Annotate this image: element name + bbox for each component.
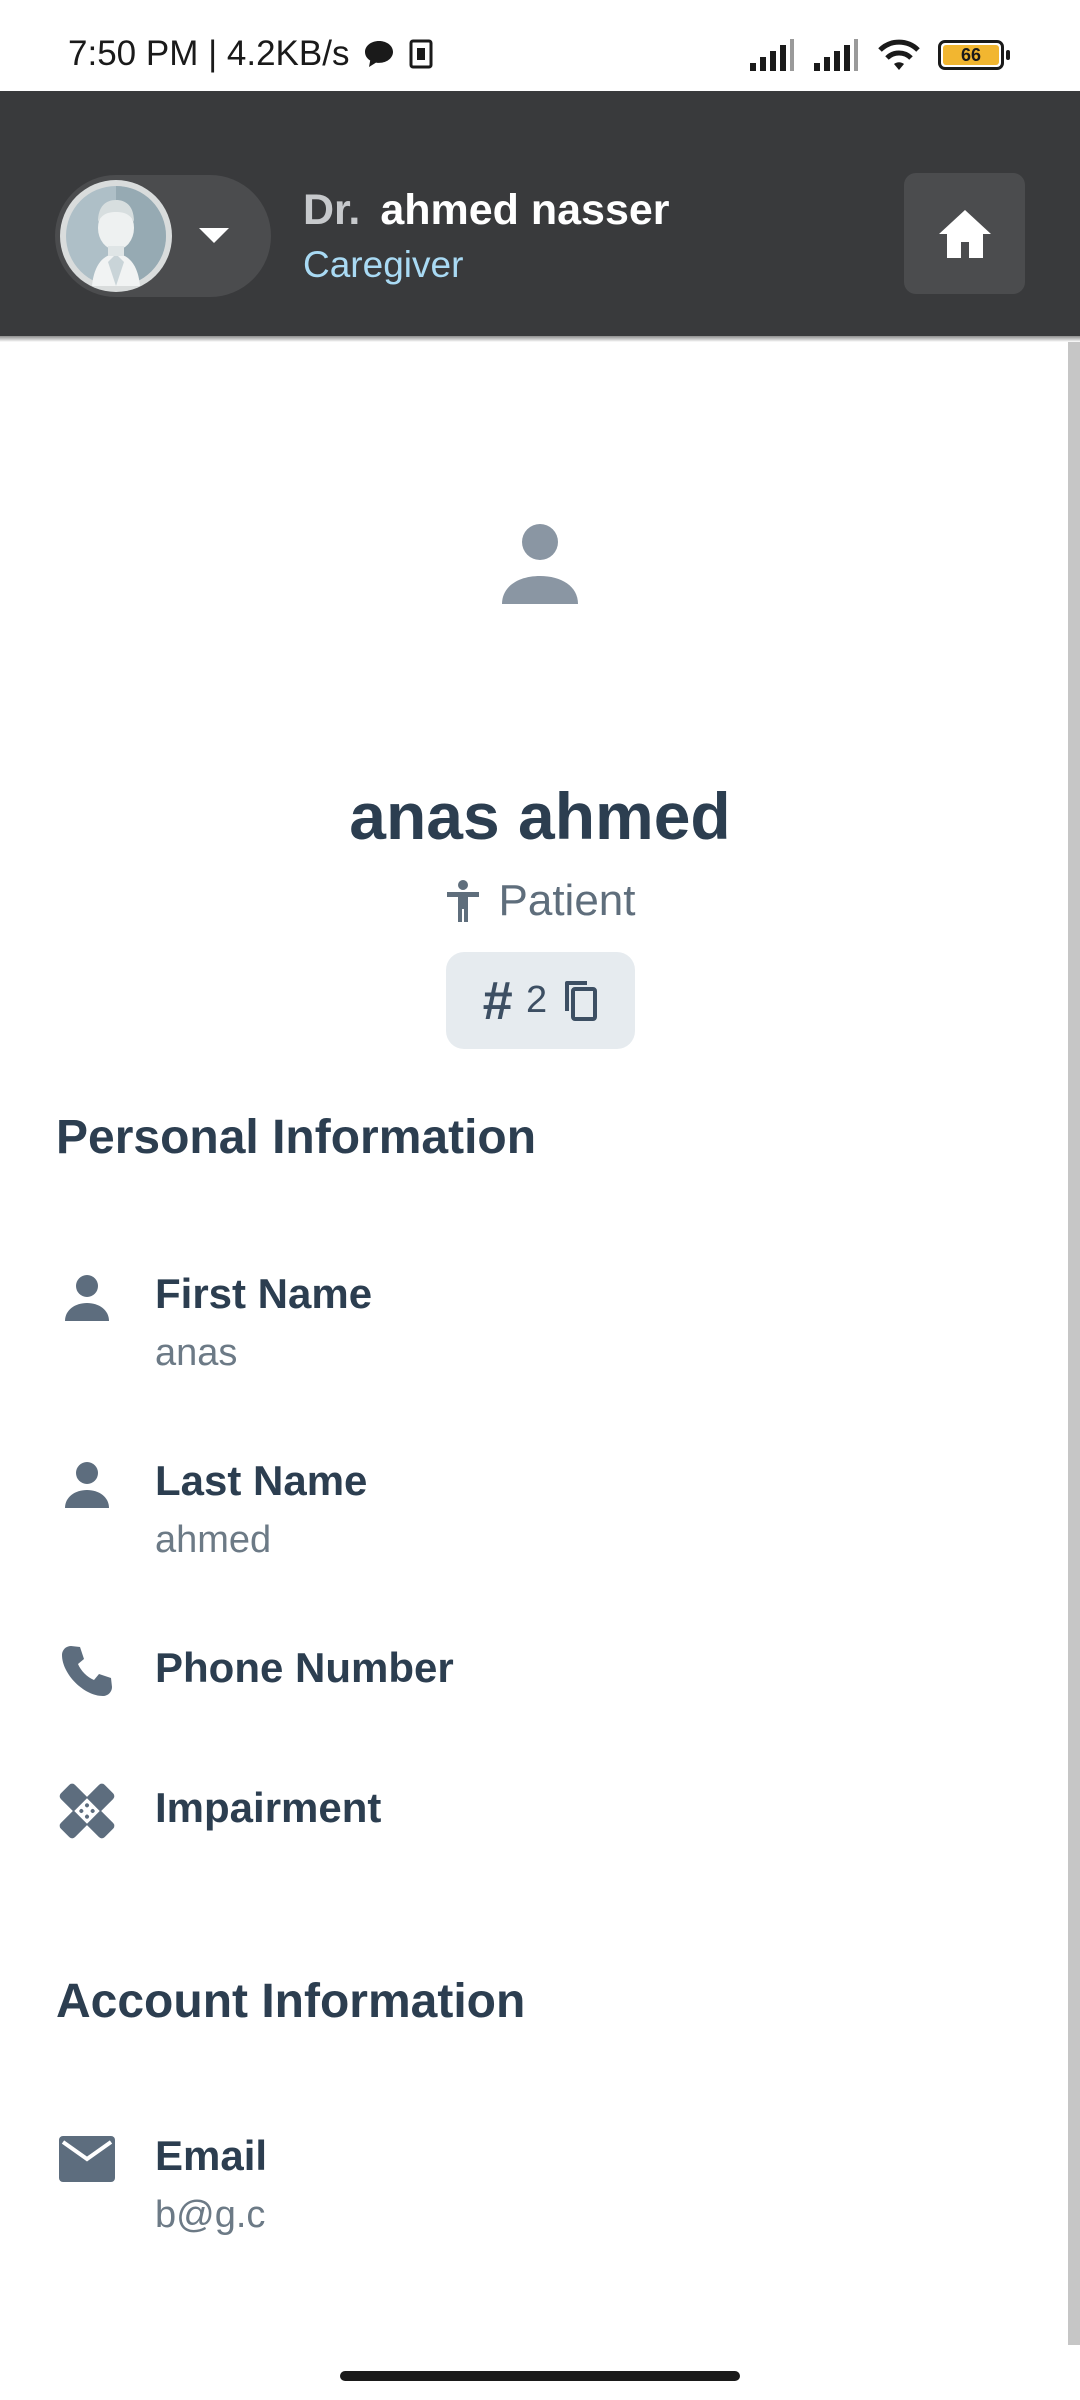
chat-bubble-icon [365, 41, 394, 67]
patient-role: Patient [0, 876, 1080, 926]
patient-name: anas ahmed [349, 779, 731, 853]
bandage-icon [56, 1780, 118, 1842]
personal-info-title: Personal Information [56, 1111, 537, 1164]
app-bar-shadow [0, 336, 1080, 342]
signal-icon [750, 39, 794, 71]
person-icon [502, 524, 578, 604]
last-name-label: Last Name [155, 1457, 368, 1504]
doctor-role: Caregiver [303, 244, 464, 285]
status-bar: 7:50 PM | 4.2KB/s 66 [0, 0, 1080, 91]
phone-label: Phone Number [155, 1644, 454, 1691]
patient-role-text: Patient [498, 876, 636, 925]
last-name-row: Last Name ahmed [56, 1453, 1036, 1573]
first-name-row: First Name anas [56, 1266, 1036, 1386]
first-name-label: First Name [155, 1270, 373, 1317]
doctor-name-text: ahmed nasser [380, 186, 670, 234]
patient-id-chip[interactable]: # 2 [446, 952, 635, 1049]
home-button[interactable] [904, 173, 1025, 294]
person-icon [56, 1453, 118, 1515]
phone-row: Phone Number [56, 1640, 1036, 1760]
doctor-avatar-icon [66, 186, 166, 286]
copy-icon[interactable] [561, 979, 599, 1023]
app-bar: Dr. ahmed nasser Caregiver [0, 91, 1080, 336]
impairment-label: Impairment [155, 1784, 382, 1831]
avatar [60, 180, 172, 292]
last-name-value: ahmed [155, 1519, 272, 1561]
home-indicator[interactable] [340, 2371, 740, 2381]
battery-level: 66 [960, 45, 982, 65]
email-label: Email [155, 2132, 268, 2179]
sim-card-icon [409, 39, 433, 69]
status-right: 66 [748, 38, 1010, 72]
doctor-prefix: Dr. [303, 186, 361, 234]
wifi-icon [878, 39, 920, 70]
patient-id: 2 [525, 979, 548, 1021]
status-time: 7:50 PM | 4.2KB/s [68, 34, 350, 73]
account-info-title: Account Information [56, 1975, 526, 2028]
person-icon [56, 1266, 118, 1328]
signal-icon-2 [814, 39, 858, 71]
email-value: b@g.c [155, 2194, 266, 2236]
first-name-value: anas [155, 1332, 238, 1374]
phone-icon [56, 1640, 118, 1702]
doctor-name: Dr. ahmed nasser [303, 186, 670, 235]
chevron-down-icon [199, 228, 229, 243]
mail-icon [56, 2128, 118, 2190]
accessibility-icon [446, 880, 479, 922]
home-icon [938, 209, 991, 258]
battery-icon: 66 [938, 40, 1010, 70]
profile-menu-button[interactable] [55, 175, 271, 297]
impairment-row: Impairment [56, 1780, 1036, 1900]
hash-icon: # [481, 970, 512, 1031]
email-row: Email b@g.c [56, 2128, 1036, 2248]
status-left: 7:50 PM | 4.2KB/s [68, 34, 433, 74]
scrollbar[interactable] [1068, 342, 1080, 2345]
